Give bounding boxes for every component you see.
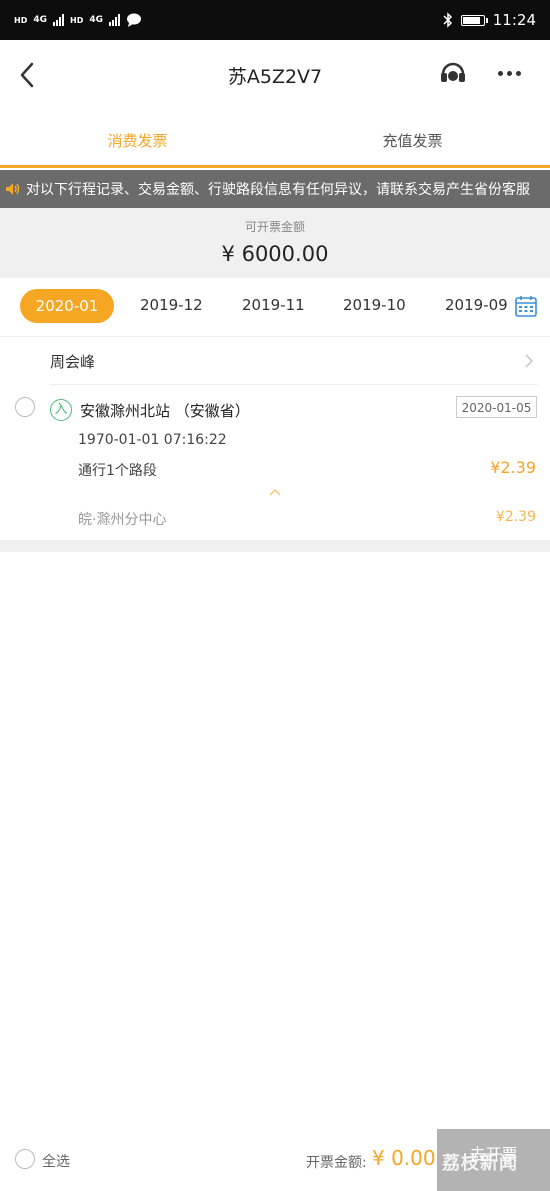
network-label-2: 4G	[89, 15, 103, 25]
trip-select-radio[interactable]	[15, 397, 35, 417]
available-amount-label: 可开票金额	[244, 220, 305, 234]
tab-recharge-invoice[interactable]: 充值发票	[275, 130, 550, 151]
more-icon[interactable]	[498, 66, 526, 80]
group-bottom-band	[0, 540, 550, 552]
available-amount-value: ¥ 6000.00	[221, 242, 329, 266]
available-amount-panel: 可开票金额 ¥ 6000.00	[0, 208, 550, 278]
trip-group: 周会峰 入 安徽滁州北站 （安徽省） 2020-01-05 1970-01-01…	[0, 337, 550, 547]
divider	[50, 384, 538, 385]
service-center-price: ¥2.39	[495, 509, 536, 525]
entry-badge: 入	[50, 399, 72, 421]
month-chip-2019-09[interactable]: 2019-09	[445, 296, 508, 314]
chevron-up-icon[interactable]	[268, 487, 282, 497]
trip-timestamp: 1970-01-01 07:16:22	[78, 432, 227, 448]
nav-bar: 苏A5Z2V7	[0, 40, 550, 110]
signal-icon	[53, 14, 64, 26]
status-right: 11:24	[443, 11, 536, 29]
month-chip-2019-10[interactable]: 2019-10	[343, 296, 406, 314]
owner-name: 周会峰	[50, 353, 96, 371]
hd-badge-2: HD	[70, 15, 84, 25]
month-chip-2020-01[interactable]: 2020-01	[20, 289, 114, 323]
segments-price: ¥2.39	[490, 458, 536, 477]
speaker-icon	[0, 170, 26, 208]
battery-icon	[460, 14, 488, 26]
select-all-radio[interactable]	[15, 1149, 35, 1169]
invoice-amount-label: 开票金额:	[306, 1155, 367, 1171]
signal-icon-2	[109, 14, 120, 26]
invoice-amount-value: ¥ 0.00	[372, 1146, 436, 1170]
station-name: 安徽滁州北站 （安徽省）	[80, 402, 250, 420]
chevron-right-icon[interactable]	[522, 351, 536, 371]
calendar-icon[interactable]	[514, 294, 538, 318]
service-center-name: 皖·滁州分中心	[78, 512, 167, 528]
status-left: HD 4G HD 4G	[14, 13, 142, 27]
clock: 11:24	[492, 11, 536, 29]
headset-icon[interactable]	[438, 58, 468, 88]
month-selector: 2020-01 2019-12 2019-11 2019-10 2019-09	[0, 278, 550, 336]
bluetooth-icon	[443, 12, 452, 28]
invoice-tabs: 消费发票 充值发票	[0, 110, 550, 168]
notice-banner: 对以下行程记录、交易金额、行驶路段信息有任何异议，请联系交易产生省份客服	[0, 170, 550, 208]
tab-consumption-invoice[interactable]: 消费发票	[0, 130, 275, 151]
month-chip-2019-11[interactable]: 2019-11	[242, 296, 305, 314]
notice-text: 对以下行程记录、交易金额、行驶路段信息有任何异议，请联系交易产生省份客服	[26, 182, 530, 198]
segments-label: 通行1个路段	[78, 463, 157, 479]
network-label: 4G	[33, 15, 47, 25]
watermark: 荔枝新闻	[442, 1153, 518, 1174]
message-icon	[127, 13, 141, 27]
status-bar: HD 4G HD 4G 11:24	[0, 0, 550, 40]
footer-bar: 全选 开票金额: ¥ 0.00 去开票 荔枝新闻	[0, 1129, 550, 1191]
trip-date: 2020-01-05	[456, 396, 537, 418]
select-all-label[interactable]: 全选	[42, 1151, 70, 1171]
month-chip-2019-12[interactable]: 2019-12	[140, 296, 203, 314]
hd-badge: HD	[14, 15, 28, 25]
tab-underline	[0, 165, 550, 168]
